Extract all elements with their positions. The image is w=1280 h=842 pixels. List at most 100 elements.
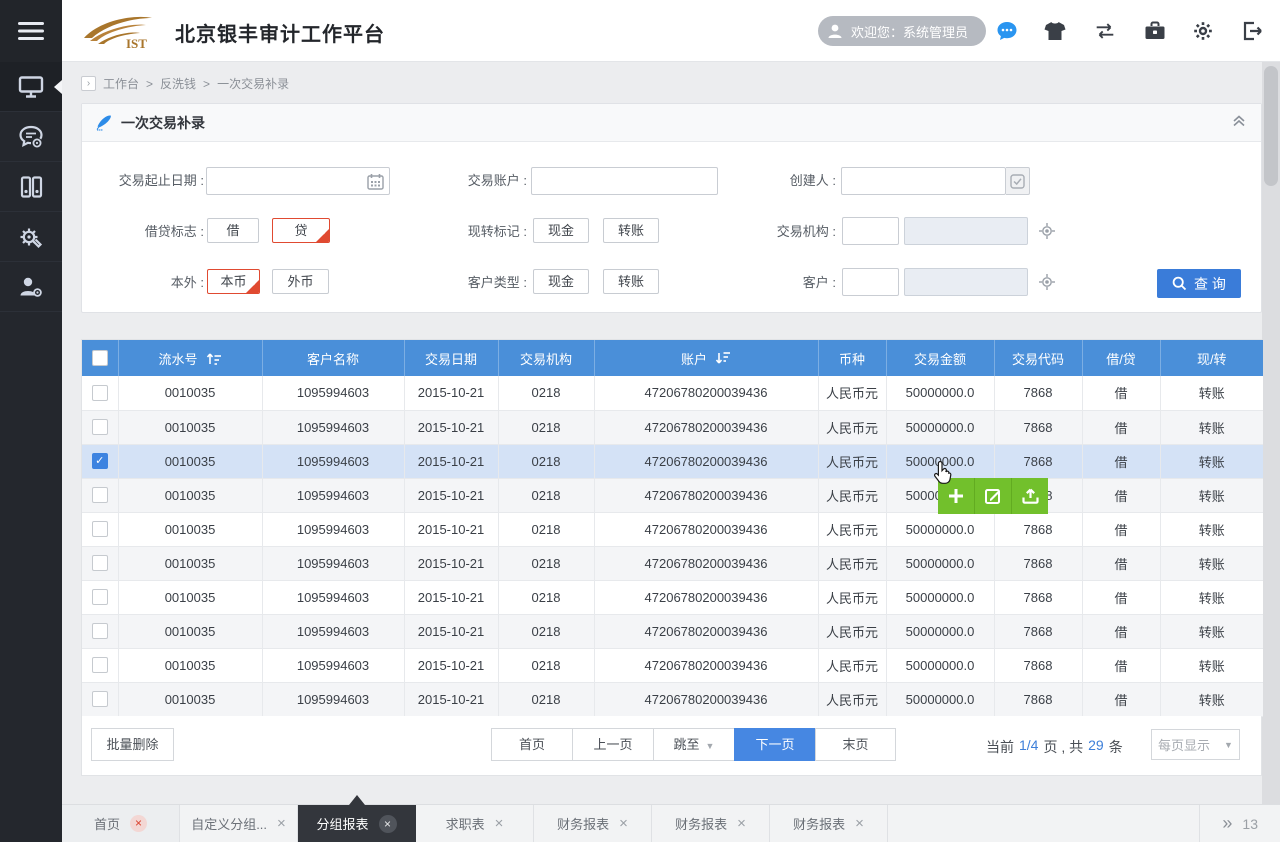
toggle-debit[interactable]: 借: [207, 218, 259, 243]
table-row[interactable]: 001003510959946032015-10-210218472067802…: [82, 478, 1263, 512]
theme-skin-icon[interactable]: [1043, 19, 1067, 43]
prev-page-button[interactable]: 上一页: [572, 728, 653, 761]
table-row[interactable]: ✓001003510959946032015-10-21021847206780…: [82, 444, 1263, 478]
toggle-foreign-currency[interactable]: 外币: [272, 269, 329, 294]
toggle-cash[interactable]: 现金: [533, 218, 589, 243]
row-checkbox[interactable]: [92, 385, 108, 401]
search-button[interactable]: 查 询: [1157, 269, 1241, 298]
table-row[interactable]: 001003510959946032015-10-210218472067802…: [82, 546, 1263, 580]
close-tab-icon[interactable]: ×: [130, 815, 147, 832]
date-range-input[interactable]: [206, 167, 390, 195]
settings-gear-icon[interactable]: [1191, 19, 1215, 43]
row-checkbox[interactable]: ✓: [92, 453, 108, 469]
last-page-button[interactable]: 末页: [815, 728, 896, 761]
jump-to-select[interactable]: 跳至▼: [653, 728, 734, 761]
page-size-select[interactable]: 每页显示▼: [1151, 729, 1240, 760]
table-cell: 借: [1082, 648, 1160, 682]
table-row[interactable]: 001003510959946032015-10-210218472067802…: [82, 580, 1263, 614]
vertical-scrollbar[interactable]: [1262, 62, 1280, 804]
table-cell: 借: [1082, 546, 1160, 580]
first-page-button[interactable]: 首页: [491, 728, 572, 761]
sidebar-item-messages[interactable]: [0, 112, 62, 162]
bottom-tab-分组报表[interactable]: 分组报表×: [298, 805, 416, 842]
messages-icon[interactable]: [995, 19, 1019, 43]
column-header[interactable]: 交易代码: [994, 340, 1082, 376]
row-checkbox[interactable]: [92, 589, 108, 605]
close-tab-icon[interactable]: ×: [495, 816, 504, 831]
tab-overflow-button[interactable]: »13: [1199, 805, 1280, 842]
table-row[interactable]: 001003510959946032015-10-210218472067802…: [82, 376, 1263, 410]
table-row[interactable]: 001003510959946032015-10-210218472067802…: [82, 614, 1263, 648]
close-tab-icon[interactable]: ×: [855, 816, 864, 831]
table-cell: 7868: [994, 444, 1082, 478]
creator-input[interactable]: [841, 167, 1006, 195]
next-page-button[interactable]: 下一页: [734, 728, 815, 761]
table-row[interactable]: 001003510959946032015-10-210218472067802…: [82, 648, 1263, 682]
bottom-tab-财务报表[interactable]: 财务报表×: [534, 805, 652, 842]
account-input[interactable]: [531, 167, 718, 195]
table-cell: 7868: [994, 648, 1082, 682]
table-row[interactable]: 001003510959946032015-10-210218472067802…: [82, 410, 1263, 444]
row-checkbox[interactable]: [92, 623, 108, 639]
sort-asc-icon[interactable]: [206, 351, 222, 366]
row-checkbox[interactable]: [92, 419, 108, 435]
switch-system-icon[interactable]: [1093, 19, 1117, 43]
toggle-ctype-transfer[interactable]: 转账: [603, 269, 659, 294]
row-checkbox[interactable]: [92, 657, 108, 673]
close-tab-icon[interactable]: ×: [277, 816, 286, 831]
sort-desc-icon[interactable]: [715, 351, 731, 366]
customer-picker-icon[interactable]: [1038, 273, 1056, 291]
customer-code-input[interactable]: [842, 268, 899, 296]
sidebar-item-archives[interactable]: [0, 162, 62, 212]
table-cell: 1095994603: [262, 546, 404, 580]
batch-delete-button[interactable]: 批量删除: [91, 728, 174, 761]
user-welcome-badge[interactable]: 欢迎您：系统管理员: [818, 16, 986, 46]
bottom-tab-财务报表[interactable]: 财务报表×: [652, 805, 770, 842]
table-row[interactable]: 001003510959946032015-10-210218472067802…: [82, 512, 1263, 546]
toggle-credit-selected[interactable]: 贷✓: [272, 218, 330, 243]
creator-select-button[interactable]: [1006, 167, 1030, 195]
logout-icon[interactable]: [1240, 19, 1264, 43]
breadcrumb-item-aml[interactable]: 反洗钱: [160, 75, 196, 92]
edit-row-button[interactable]: [975, 478, 1012, 514]
toggle-local-currency-selected[interactable]: 本币✓: [207, 269, 260, 294]
column-header[interactable]: 客户名称: [262, 340, 404, 376]
menu-toggle-button[interactable]: [0, 0, 62, 62]
column-header[interactable]: 币种: [818, 340, 886, 376]
column-header[interactable]: 流水号: [118, 340, 262, 376]
bottom-tab-首页[interactable]: 首页×: [62, 805, 180, 842]
toolbox-icon[interactable]: [1143, 19, 1167, 43]
row-checkbox[interactable]: [92, 521, 108, 537]
column-header[interactable]: 交易机构: [498, 340, 594, 376]
close-tab-icon[interactable]: ×: [737, 816, 746, 831]
sidebar-item-workbench[interactable]: [0, 62, 62, 112]
add-row-button[interactable]: [938, 478, 975, 514]
select-all-checkbox[interactable]: [92, 350, 108, 366]
upload-row-button[interactable]: [1012, 478, 1048, 514]
row-checkbox[interactable]: [92, 487, 108, 503]
bottom-tab-财务报表[interactable]: 财务报表×: [770, 805, 888, 842]
row-checkbox[interactable]: [92, 555, 108, 571]
row-checkbox[interactable]: [92, 691, 108, 707]
toggle-ctype-cash[interactable]: 现金: [533, 269, 589, 294]
column-header[interactable]: 借/贷: [1082, 340, 1160, 376]
column-header[interactable]: 现/转: [1160, 340, 1263, 376]
close-tab-icon[interactable]: ×: [379, 815, 397, 833]
column-header[interactable]: 交易日期: [404, 340, 498, 376]
org-picker-icon[interactable]: [1038, 222, 1056, 240]
collapse-panel-icon[interactable]: [1231, 113, 1247, 132]
column-header[interactable]: 交易金额: [886, 340, 994, 376]
breadcrumb-item-workbench[interactable]: 工作台: [103, 75, 139, 92]
calendar-icon[interactable]: [367, 173, 384, 195]
bottom-tab-求职表[interactable]: 求职表×: [416, 805, 534, 842]
close-tab-icon[interactable]: ×: [619, 816, 628, 831]
org-code-input[interactable]: [842, 217, 899, 245]
table-cell: 50000000.0: [886, 648, 994, 682]
column-header[interactable]: 账户: [594, 340, 818, 376]
bottom-tab-自定义分组...[interactable]: 自定义分组...×: [180, 805, 298, 842]
sidebar-item-system-tools[interactable]: [0, 212, 62, 262]
table-row[interactable]: 001003510959946032015-10-210218472067802…: [82, 682, 1263, 716]
scrollbar-thumb[interactable]: [1264, 66, 1278, 186]
sidebar-item-user-management[interactable]: [0, 262, 62, 312]
toggle-transfer[interactable]: 转账: [603, 218, 659, 243]
